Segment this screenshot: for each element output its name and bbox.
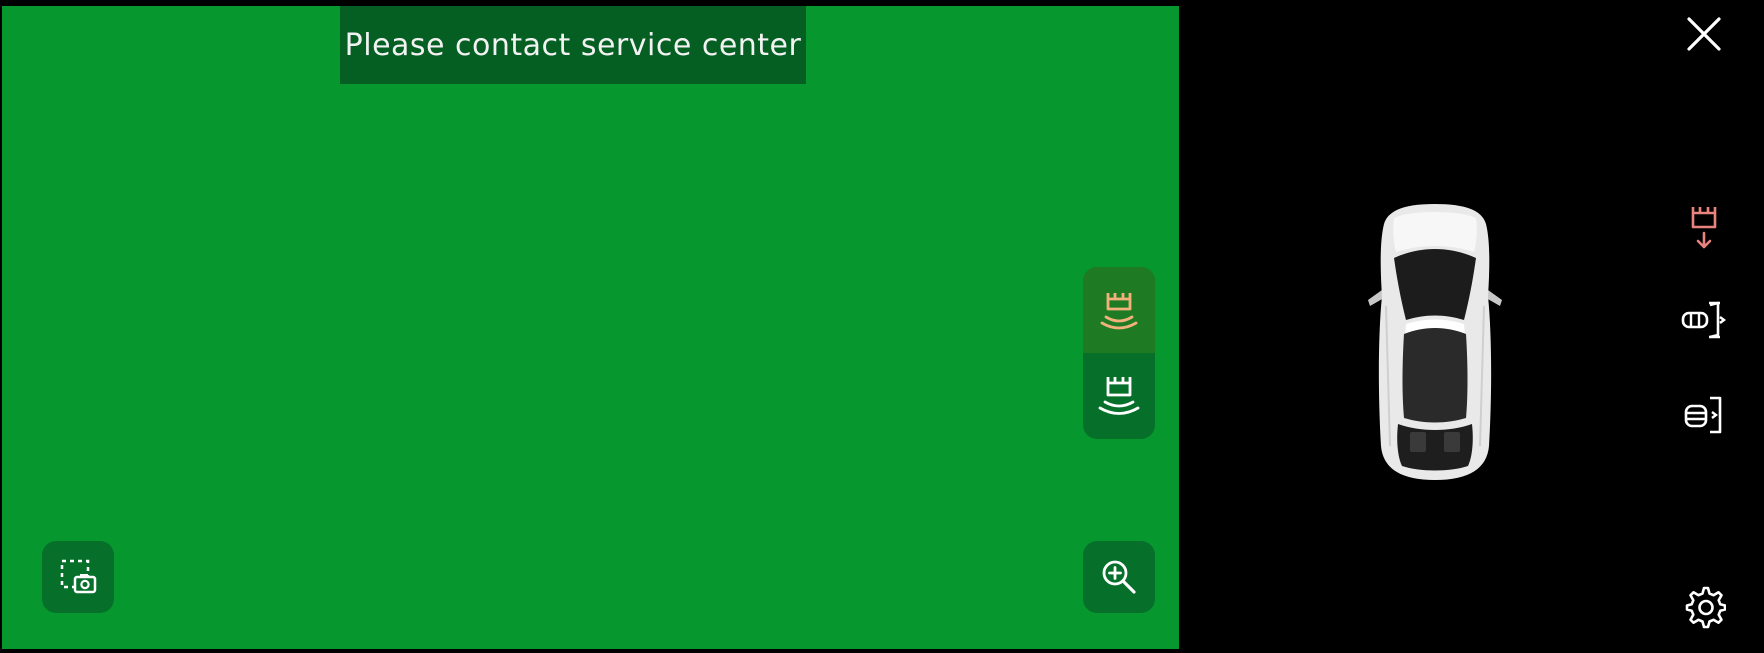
parking-sensor-alert-icon [1687, 203, 1721, 253]
close-button[interactable] [1674, 4, 1734, 64]
sensor-view-toggle [1083, 267, 1155, 439]
parking-camera-screen: Please contact service center [0, 0, 1764, 653]
close-icon [1684, 14, 1724, 54]
zoom-button[interactable] [1083, 541, 1155, 613]
car-top-view [1360, 196, 1510, 486]
camera-view[interactable]: Please contact service center [2, 6, 1179, 649]
mirror-unfold-icon [1680, 394, 1728, 436]
warning-banner: Please contact service center [340, 6, 806, 84]
settings-button[interactable] [1674, 577, 1734, 637]
screenshot-button[interactable] [42, 541, 114, 613]
camera-capture-icon [58, 557, 98, 597]
front-sensor-icon [1099, 287, 1139, 333]
zoom-in-icon [1100, 558, 1138, 596]
parking-sensor-alert-button[interactable] [1674, 198, 1734, 258]
mirror-fold-icon [1680, 299, 1728, 341]
front-sensor-button[interactable] [1083, 267, 1155, 353]
rear-sensor-button[interactable] [1083, 353, 1155, 439]
rear-sensor-icon [1097, 373, 1141, 419]
gear-icon [1682, 585, 1726, 629]
mirror-fold-button[interactable] [1674, 290, 1734, 350]
mirror-unfold-button[interactable] [1674, 385, 1734, 445]
